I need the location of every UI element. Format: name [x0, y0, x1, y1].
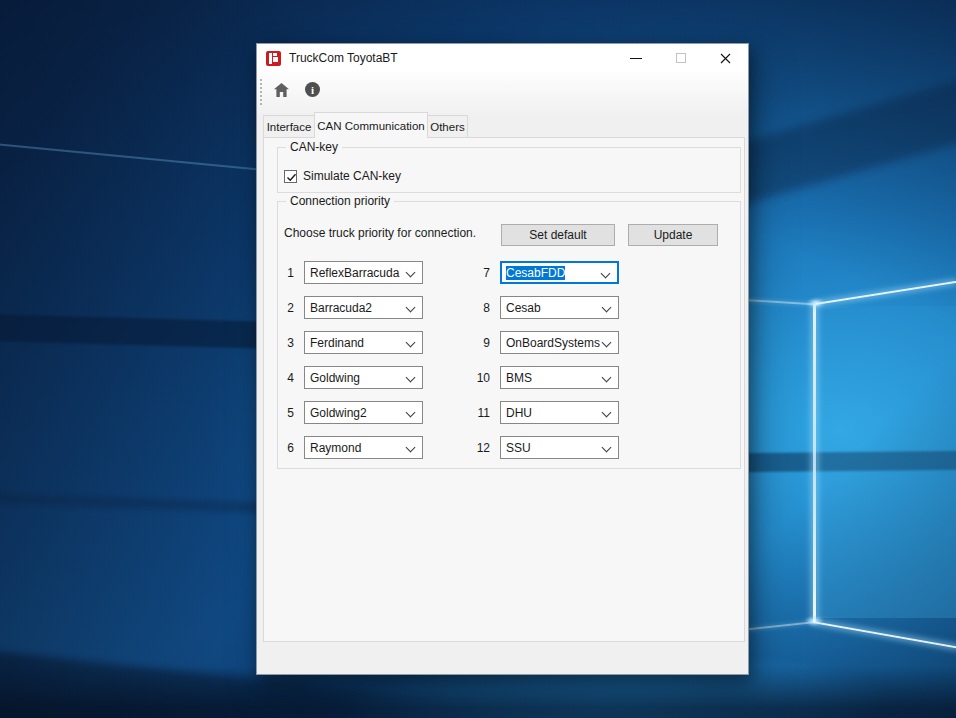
truck-combobox-1[interactable]: ReflexBarracuda — [304, 261, 423, 284]
combobox-value: OnBoardSystems — [506, 336, 600, 350]
priority-number: 10 — [474, 371, 490, 385]
minimize-button[interactable] — [613, 44, 658, 72]
titlebar: TruckCom ToyotaBT — [257, 44, 748, 72]
priority-number: 8 — [474, 301, 490, 315]
group-can-key: CAN-key Simulate CAN-key — [277, 147, 741, 193]
chevron-down-icon — [601, 269, 611, 279]
checkmark-icon — [285, 171, 298, 184]
priority-slot-2: 2 Barracuda2 — [278, 296, 428, 319]
wallpaper-glow-bottom-corner — [804, 616, 824, 626]
truck-combobox-11[interactable]: DHU — [500, 401, 619, 424]
combobox-value: CesabFDD — [506, 266, 565, 280]
update-button[interactable]: Update — [628, 224, 718, 246]
priority-number: 2 — [278, 301, 294, 315]
priority-number: 1 — [278, 266, 294, 280]
priority-number: 12 — [474, 441, 490, 455]
truck-combobox-8[interactable]: Cesab — [500, 296, 619, 319]
chevron-down-icon — [406, 338, 416, 348]
chevron-down-icon — [602, 338, 612, 348]
home-icon[interactable] — [273, 82, 290, 98]
priority-number: 11 — [474, 406, 490, 420]
combobox-value: Goldwing — [310, 371, 360, 385]
wallpaper-logo-left-edge — [813, 304, 816, 622]
combobox-value: SSU — [506, 441, 531, 455]
priority-slot-3: 3 Ferdinand — [278, 331, 428, 354]
combobox-value: Raymond — [310, 441, 361, 455]
truck-combobox-10[interactable]: BMS — [500, 366, 619, 389]
simulate-can-key-checkbox[interactable] — [284, 170, 297, 183]
tab-others[interactable]: Others — [427, 115, 468, 137]
tab-can-communication[interactable]: CAN Communication — [314, 112, 428, 138]
close-icon — [720, 53, 731, 64]
chevron-down-icon — [406, 268, 416, 278]
simulate-can-key-label: Simulate CAN-key — [303, 169, 401, 183]
priority-slot-1: 1 ReflexBarracuda — [278, 261, 428, 284]
combobox-value: BMS — [506, 371, 532, 385]
priority-slot-9: 9 OnBoardSystems — [474, 331, 624, 354]
maximize-icon — [676, 53, 686, 63]
combobox-value: Barracuda2 — [310, 301, 372, 315]
priority-number: 4 — [278, 371, 294, 385]
combobox-value: ReflexBarracuda — [310, 266, 399, 280]
caption-buttons — [613, 44, 748, 72]
app-window: TruckCom ToyotaBT i Interface CAN Commun… — [256, 43, 749, 675]
priority-number: 3 — [278, 336, 294, 350]
chevron-down-icon — [406, 303, 416, 313]
combobox-value: Goldwing2 — [310, 406, 367, 420]
truck-combobox-6[interactable]: Raymond — [304, 436, 423, 459]
truck-combobox-9[interactable]: OnBoardSystems — [500, 331, 619, 354]
priority-caption: Choose truck priority for connection. — [284, 226, 476, 240]
group-connection-priority: Connection priority Choose truck priorit… — [277, 201, 741, 469]
chevron-down-icon — [602, 443, 612, 453]
truck-combobox-7[interactable]: CesabFDD — [500, 261, 619, 284]
truck-combobox-5[interactable]: Goldwing2 — [304, 401, 423, 424]
toolbar: i — [257, 72, 748, 114]
group-can-key-label: CAN-key — [286, 140, 342, 154]
chevron-down-icon — [602, 373, 612, 383]
priority-number: 5 — [278, 406, 294, 420]
info-icon[interactable]: i — [305, 82, 320, 97]
app-icon — [266, 51, 281, 66]
tab-interface[interactable]: Interface — [263, 115, 315, 137]
close-button[interactable] — [703, 44, 748, 72]
priority-slot-12: 12 SSU — [474, 436, 624, 459]
chevron-down-icon — [602, 408, 612, 418]
combobox-value: Cesab — [506, 301, 541, 315]
minimize-icon — [630, 58, 642, 59]
set-default-button[interactable]: Set default — [501, 224, 615, 246]
truck-combobox-2[interactable]: Barracuda2 — [304, 296, 423, 319]
group-connection-priority-label: Connection priority — [286, 194, 394, 208]
window-title: TruckCom ToyotaBT — [289, 51, 398, 65]
priority-number: 9 — [474, 336, 490, 350]
truck-combobox-3[interactable]: Ferdinand — [304, 331, 423, 354]
combobox-value: Ferdinand — [310, 336, 364, 350]
wallpaper-glow-top-corner — [806, 298, 826, 308]
priority-number: 6 — [278, 441, 294, 455]
priority-slot-11: 11 DHU — [474, 401, 624, 424]
combobox-value: DHU — [506, 406, 532, 420]
wallpaper-logo-pane — [817, 306, 956, 618]
chevron-down-icon — [406, 373, 416, 383]
chevron-down-icon — [406, 408, 416, 418]
priority-slot-10: 10 BMS — [474, 366, 624, 389]
tab-page-can-communication: CAN-key Simulate CAN-key Connection prio… — [263, 137, 745, 642]
priority-slot-8: 8 Cesab — [474, 296, 624, 319]
priority-slot-5: 5 Goldwing2 — [278, 401, 428, 424]
chevron-down-icon — [406, 443, 416, 453]
priority-number: 7 — [474, 266, 490, 280]
truck-combobox-4[interactable]: Goldwing — [304, 366, 423, 389]
priority-slot-7: 7 CesabFDD — [474, 261, 624, 284]
toolbar-grip[interactable] — [260, 79, 262, 107]
priority-slot-6: 6 Raymond — [278, 436, 428, 459]
priority-slot-4: 4 Goldwing — [278, 366, 428, 389]
chevron-down-icon — [602, 303, 612, 313]
maximize-button[interactable] — [658, 44, 703, 72]
truck-combobox-12[interactable]: SSU — [500, 436, 619, 459]
